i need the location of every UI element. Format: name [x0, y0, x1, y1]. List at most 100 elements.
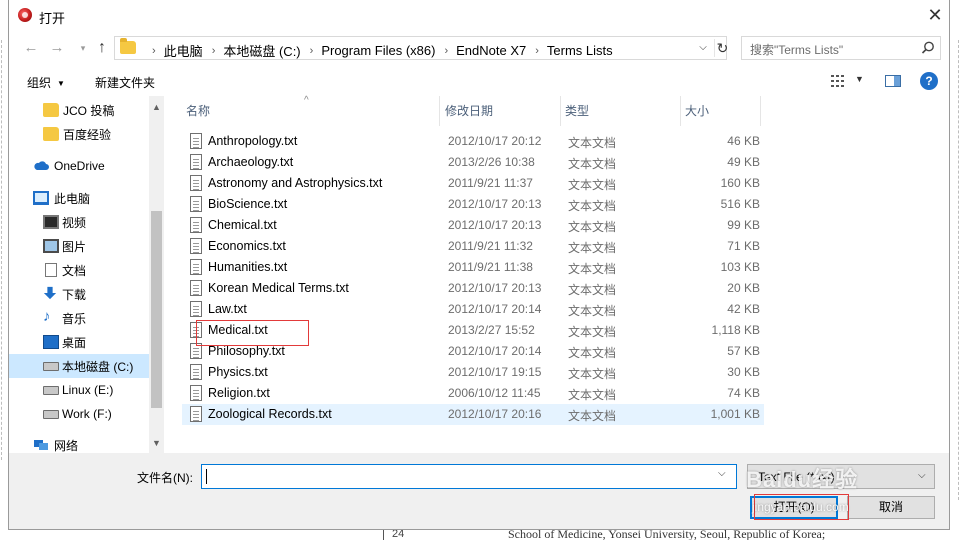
breadcrumb-local-disk[interactable]: 本地磁盘 (C:) — [223, 41, 300, 60]
file-name: BioScience.txt — [208, 197, 288, 211]
forward-arrow-icon[interactable]: → — [47, 38, 67, 58]
preview-pane-icon[interactable] — [885, 75, 901, 87]
help-icon[interactable]: ? — [920, 72, 938, 90]
cancel-button[interactable]: 取消 — [847, 496, 935, 519]
music-icon: ♪ — [43, 308, 51, 325]
chevron-right-icon[interactable]: › — [310, 45, 314, 57]
file-name: Humanities.txt — [208, 260, 288, 274]
file-row[interactable]: BioScience.txt 2012/10/17 20:13 文本文档 516… — [182, 194, 764, 215]
address-bar[interactable]: › 此电脑 › 本地磁盘 (C:) › Program Files (x86) … — [114, 36, 730, 60]
file-size: 20 KB — [727, 281, 760, 295]
breadcrumb-program-files[interactable]: Program Files (x86) — [321, 43, 435, 58]
file-name: Economics.txt — [208, 239, 286, 253]
file-date: 2012/10/17 20:16 — [448, 407, 542, 421]
sidebar-item-downloads[interactable]: 下载 — [9, 282, 149, 306]
breadcrumb-terms-lists[interactable]: Terms Lists — [547, 43, 613, 58]
view-options-icon[interactable] — [831, 75, 845, 87]
sidebar-item-onedrive[interactable]: OneDrive — [9, 154, 149, 178]
text-file-icon — [190, 301, 202, 317]
chevron-right-icon[interactable]: › — [212, 45, 216, 57]
sidebar-item-work[interactable]: Work (F:) — [9, 402, 149, 426]
file-row[interactable]: Humanities.txt 2011/9/21 11:38 文本文档 103 … — [182, 257, 764, 278]
chevron-down-icon[interactable]: ⌵ — [718, 468, 726, 479]
sort-ascending-icon: ^ — [304, 95, 309, 106]
sidebar-item-pictures[interactable]: 图片 — [9, 234, 149, 258]
sidebar-item-desktop[interactable]: 桌面 — [9, 330, 149, 354]
sidebar-item-jco[interactable]: JCO 投稿 — [9, 98, 149, 122]
file-size: 99 KB — [727, 218, 760, 232]
column-header-name[interactable]: ^ 名称 — [182, 95, 440, 126]
sidebar-item-videos[interactable]: 视频 — [9, 210, 149, 234]
column-header-type[interactable]: 类型 — [561, 96, 681, 126]
back-arrow-icon[interactable]: ← — [21, 38, 41, 58]
chevron-down-icon[interactable]: ⌵ — [695, 40, 711, 56]
sidebar-item-label: Work (F:) — [62, 407, 112, 421]
file-size: 42 KB — [727, 302, 760, 316]
sidebar-item-local-disk[interactable]: 本地磁盘 (C:) — [9, 354, 149, 378]
file-row[interactable]: Zoological Records.txt 2012/10/17 20:16 … — [182, 404, 764, 425]
file-size: 57 KB — [727, 344, 760, 358]
sidebar-item-music[interactable]: ♪ 音乐 — [9, 306, 149, 330]
file-type: 文本文档 — [568, 199, 617, 213]
endnote-app-icon — [18, 8, 32, 22]
text-file-icon — [190, 385, 202, 401]
file-row[interactable]: Chemical.txt 2012/10/17 20:13 文本文档 99 KB — [182, 215, 764, 236]
organize-button[interactable]: 组织 ▼ — [27, 74, 65, 91]
breadcrumb-this-pc[interactable]: 此电脑 — [164, 41, 203, 60]
file-name: Astronomy and Astrophysics.txt — [208, 176, 383, 190]
sidebar-item-linux[interactable]: Linux (E:) — [9, 378, 149, 402]
text-file-icon — [190, 154, 202, 170]
breadcrumb-endnote[interactable]: EndNote X7 — [456, 43, 526, 58]
file-row[interactable]: Astronomy and Astrophysics.txt 2011/9/21… — [182, 173, 764, 194]
chevron-right-icon[interactable]: › — [444, 45, 448, 57]
text-file-icon — [190, 364, 202, 380]
navigation-scrollbar[interactable]: ▲ ▼ — [149, 96, 164, 453]
filename-input[interactable]: ⌵ — [201, 464, 737, 489]
file-row[interactable]: Religion.txt 2006/10/12 11:45 文本文档 74 KB — [182, 383, 764, 404]
navigation-pane: JCO 投稿 百度经验 OneDrive 此电脑 视频 图片 文档 下载 ♪ 音… — [9, 96, 164, 453]
file-date: 2013/2/27 15:52 — [448, 323, 535, 337]
scroll-up-icon[interactable]: ▲ — [149, 100, 164, 115]
column-header-date[interactable]: 修改日期 — [441, 96, 561, 126]
file-row[interactable]: Archaeology.txt 2013/2/26 10:38 文本文档 49 … — [182, 152, 764, 173]
close-button[interactable]: ✕ — [921, 2, 949, 28]
caret-down-icon[interactable]: ▼ — [855, 74, 864, 84]
download-icon — [43, 286, 57, 300]
file-size: 30 KB — [727, 365, 760, 379]
sidebar-item-baidu[interactable]: 百度经验 — [9, 122, 149, 146]
scrollbar-thumb[interactable] — [151, 211, 162, 408]
search-icon[interactable] — [920, 40, 936, 56]
file-row[interactable]: Law.txt 2012/10/17 20:14 文本文档 42 KB — [182, 299, 764, 320]
text-file-icon — [190, 259, 202, 275]
sidebar-item-network[interactable]: 网络 — [9, 433, 149, 453]
file-row[interactable]: Economics.txt 2011/9/21 11:32 文本文档 71 KB — [182, 236, 764, 257]
file-row[interactable]: Anthropology.txt 2012/10/17 20:12 文本文档 4… — [182, 131, 764, 152]
file-date: 2012/10/17 19:15 — [448, 365, 542, 379]
search-input[interactable]: 搜索"Terms Lists" — [741, 36, 941, 60]
sidebar-item-label: 百度经验 — [63, 127, 112, 142]
refresh-icon[interactable]: ↻ — [714, 39, 730, 57]
background-document: 24 School of Medicine, Yonsei University… — [0, 527, 960, 540]
document-icon — [45, 263, 57, 277]
file-name: Zoological Records.txt — [208, 407, 332, 421]
drive-icon — [43, 362, 59, 371]
sidebar-item-label: 桌面 — [62, 335, 87, 350]
new-folder-button[interactable]: 新建文件夹 — [95, 74, 155, 91]
sidebar-item-this-pc[interactable]: 此电脑 — [9, 186, 149, 210]
recent-locations-chevron-icon[interactable]: ▾ — [73, 38, 93, 58]
file-type-select[interactable]: Text File (*.txt) ⌵ — [747, 464, 935, 489]
sidebar-item-documents[interactable]: 文档 — [9, 258, 149, 282]
picture-icon — [43, 239, 59, 253]
file-type: 文本文档 — [568, 178, 617, 192]
up-arrow-icon[interactable]: ↑ — [92, 38, 112, 58]
file-row[interactable]: Physics.txt 2012/10/17 19:15 文本文档 30 KB — [182, 362, 764, 383]
text-file-icon — [190, 280, 202, 296]
file-type: 文本文档 — [568, 283, 617, 297]
chevron-right-icon[interactable]: › — [535, 45, 539, 57]
scroll-down-icon[interactable]: ▼ — [149, 436, 164, 451]
organize-label: 组织 — [27, 76, 52, 90]
file-row[interactable]: Korean Medical Terms.txt 2012/10/17 20:1… — [182, 278, 764, 299]
sidebar-item-label: JCO 投稿 — [63, 103, 115, 118]
file-date: 2006/10/12 11:45 — [448, 386, 541, 400]
column-header-size[interactable]: 大小 — [681, 96, 761, 126]
